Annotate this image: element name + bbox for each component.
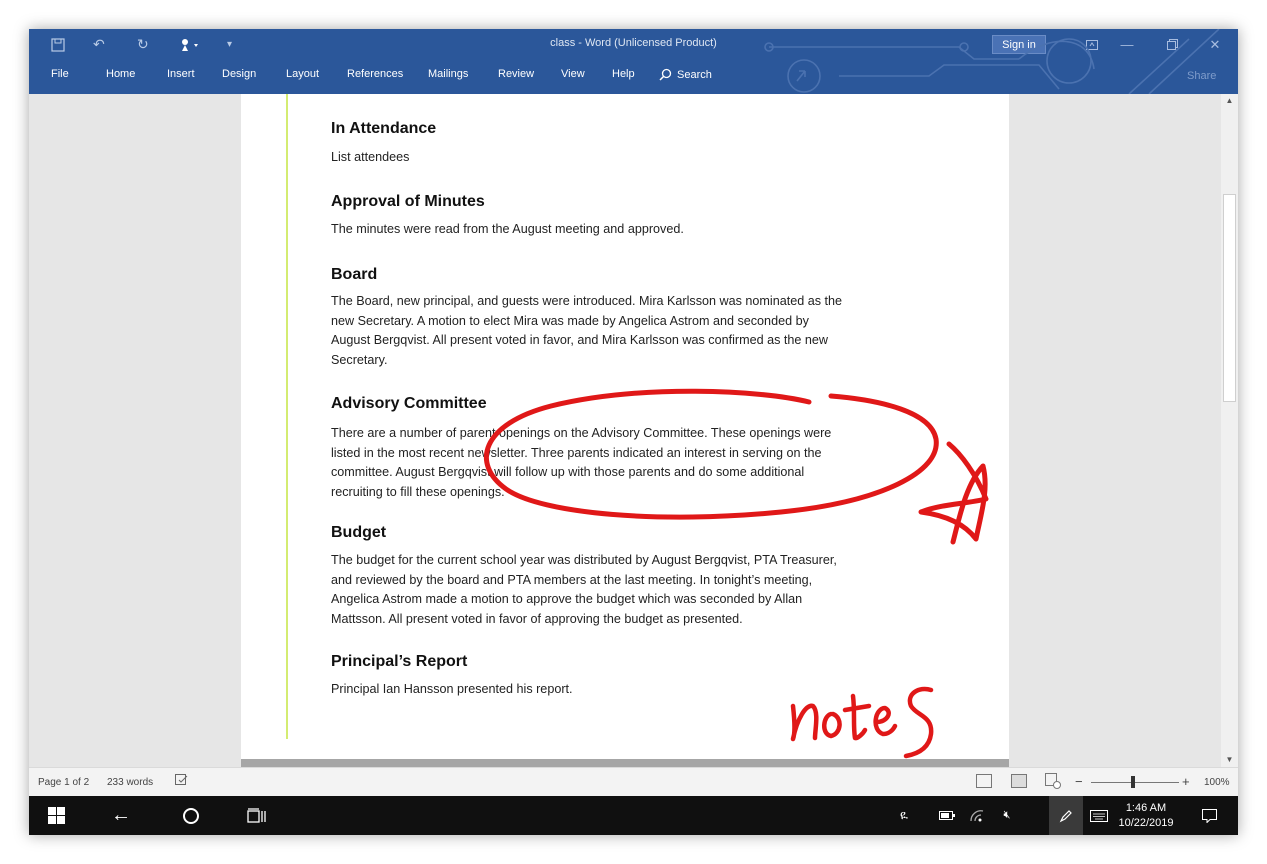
action-center-icon[interactable] xyxy=(1189,796,1229,835)
tab-view[interactable]: View xyxy=(561,68,585,80)
status-bar: Page 1 of 2 233 words − + 100% xyxy=(29,767,1238,796)
word-window: ↶ ↻ ▾ class - Word (Unlicensed Product) … xyxy=(29,29,1238,835)
tab-help[interactable]: Help xyxy=(612,68,635,80)
search-icon xyxy=(659,68,672,81)
proofing-icon[interactable] xyxy=(175,774,189,790)
cortana-icon[interactable] xyxy=(171,796,211,835)
document-area: In Attendance List attendees Approval of… xyxy=(29,94,1221,767)
page-shadow xyxy=(241,759,1009,767)
read-mode-icon[interactable] xyxy=(976,774,992,788)
print-layout-icon[interactable] xyxy=(1011,774,1027,788)
zoom-in-button[interactable]: + xyxy=(1182,774,1190,789)
word-count[interactable]: 233 words xyxy=(107,777,153,788)
tab-insert[interactable]: Insert xyxy=(167,68,195,80)
tab-layout[interactable]: Layout xyxy=(286,68,319,80)
ribbon-tabs: File Home Insert Design Layout Reference… xyxy=(29,29,1238,94)
tab-home[interactable]: Home xyxy=(106,68,135,80)
tab-file[interactable]: File xyxy=(51,68,69,80)
tab-design[interactable]: Design xyxy=(222,68,256,80)
wifi-icon[interactable] xyxy=(964,796,990,835)
circuit-decoration xyxy=(764,29,1220,94)
page-count[interactable]: Page 1 of 2 xyxy=(38,777,89,788)
zoom-out-button[interactable]: − xyxy=(1075,774,1083,789)
touch-keyboard-icon[interactable] xyxy=(1085,796,1113,835)
system-clock[interactable]: 1:46 AM 10/22/2019 xyxy=(1111,801,1181,831)
document-page[interactable]: In Attendance List attendees Approval of… xyxy=(241,94,1009,760)
ink-notes-scribble xyxy=(790,686,934,759)
volume-muted-icon[interactable]: 🔇︎ xyxy=(994,796,1020,835)
task-view-icon[interactable] xyxy=(237,796,277,835)
clock-date: 10/22/2019 xyxy=(1118,817,1174,829)
scroll-thumb[interactable] xyxy=(1223,194,1236,402)
vertical-scrollbar[interactable]: ▲ ▼ xyxy=(1221,94,1238,767)
scroll-up-icon[interactable]: ▲ xyxy=(1221,94,1238,108)
web-layout-icon[interactable] xyxy=(1045,773,1061,792)
search-label: Search xyxy=(677,68,712,81)
share-button[interactable]: Share xyxy=(1187,70,1216,82)
tab-review[interactable]: Review xyxy=(498,68,534,80)
zoom-slider-thumb[interactable] xyxy=(1131,776,1135,788)
pen-workspace-icon[interactable] xyxy=(1049,796,1083,835)
tab-references[interactable]: References xyxy=(347,68,403,80)
ink-ellipse xyxy=(483,388,939,520)
ink-annotations xyxy=(483,388,989,759)
windows-taskbar: ← ዪ 🔇︎ 1:46 AM 10/22/2019 xyxy=(29,796,1238,835)
tab-mailings[interactable]: Mailings xyxy=(428,68,468,80)
windows-start-icon[interactable] xyxy=(29,796,83,835)
battery-icon[interactable] xyxy=(934,796,960,835)
zoom-slider-track[interactable] xyxy=(1091,782,1179,783)
tell-me-search[interactable]: Search xyxy=(659,68,712,81)
clock-time: 1:46 AM xyxy=(1125,802,1167,814)
scroll-down-icon[interactable]: ▼ xyxy=(1221,753,1238,767)
people-icon[interactable]: ዪ xyxy=(891,796,917,835)
back-arrow-icon[interactable]: ← xyxy=(101,796,141,835)
zoom-level[interactable]: 100% xyxy=(1204,777,1230,788)
